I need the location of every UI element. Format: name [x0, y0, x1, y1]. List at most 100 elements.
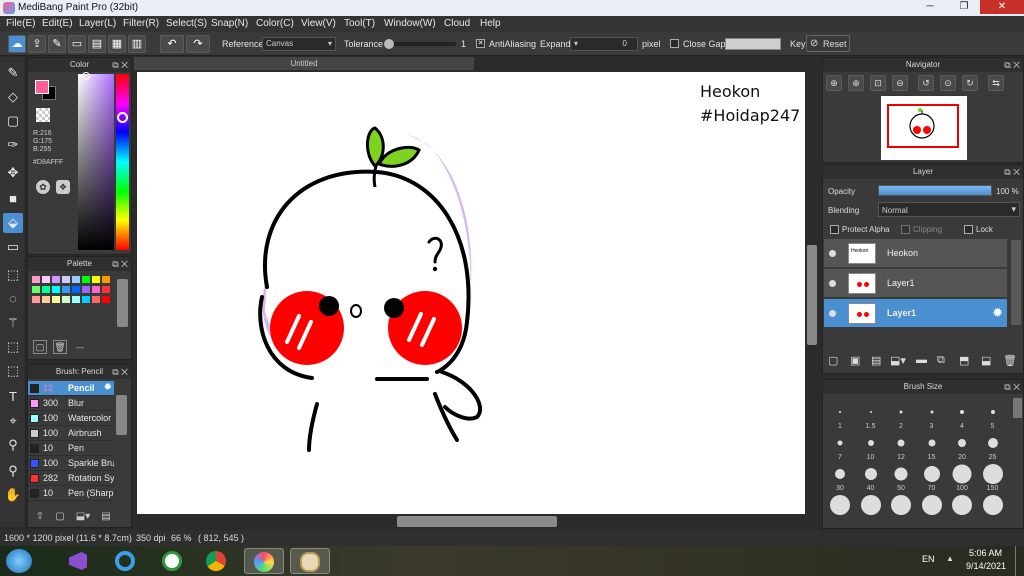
layer-name[interactable]: Layer1: [887, 278, 915, 288]
palette-swatch[interactable]: [102, 296, 110, 303]
palette-swatch[interactable]: [32, 276, 40, 283]
palette-swatch[interactable]: [52, 296, 60, 303]
brush-size-option[interactable]: 20: [947, 429, 977, 461]
layer-row-selected[interactable]: Layer1 ✹: [824, 299, 1007, 328]
palette-swatch[interactable]: [92, 276, 100, 283]
layer-menu-icon[interactable]: ⬓▾: [890, 354, 906, 367]
reset-button[interactable]: ⊘ Reset: [806, 35, 850, 52]
close-gaps-slider[interactable]: [725, 38, 781, 50]
tolerance-slider[interactable]: [384, 39, 456, 49]
layer-list-scrollbar[interactable]: [1011, 240, 1021, 325]
paint-icon[interactable]: [290, 548, 330, 574]
text-tool-icon[interactable]: T: [3, 387, 23, 407]
share-icon[interactable]: ⇪: [28, 35, 46, 53]
palette-swatch[interactable]: [102, 286, 110, 293]
gradient-tool-icon[interactable]: ▭: [3, 237, 23, 257]
brush-size-option[interactable]: 7: [825, 429, 855, 461]
close-button[interactable]: ✕: [980, 0, 1024, 14]
panel-buttons[interactable]: ⧉ ✕: [112, 365, 128, 379]
lasso-tool-icon[interactable]: ◌: [3, 289, 23, 309]
hue-slider-handle[interactable]: [117, 112, 128, 123]
new-halftone-layer-icon[interactable]: ▣: [850, 354, 860, 367]
zoom-in-icon[interactable]: ⊕: [848, 75, 864, 91]
select-pen-icon[interactable]: ⬚: [3, 337, 23, 357]
protect-alpha-checkbox[interactable]: [830, 225, 839, 234]
brush-list-scrollbar[interactable]: [116, 395, 127, 435]
chrome-icon[interactable]: [196, 548, 236, 574]
brush-size-option[interactable]: 40: [856, 460, 886, 492]
palette-swatch[interactable]: [82, 286, 90, 293]
fill-rect-tool-icon[interactable]: ■: [3, 189, 23, 209]
menu-edit[interactable]: Edit(E): [42, 18, 73, 29]
new-brush-icon[interactable]: ▢: [52, 511, 68, 525]
bucket-tool-icon[interactable]: ⬙: [3, 213, 23, 233]
palette-swatch[interactable]: [62, 286, 70, 293]
brush-size-option[interactable]: [886, 491, 916, 521]
cloud-icon[interactable]: ☁: [8, 35, 26, 53]
menu-view[interactable]: View(V): [301, 18, 336, 29]
brush-item[interactable]: 100 Airbrush: [28, 426, 114, 441]
medibang-taskbar-icon[interactable]: [244, 548, 284, 574]
minimize-button[interactable]: ─: [916, 0, 944, 14]
palette-swatch[interactable]: [52, 286, 60, 293]
language-indicator[interactable]: EN: [922, 554, 935, 564]
layout-icon[interactable]: ▥: [128, 35, 146, 53]
panel-buttons[interactable]: ⧉ ✕: [1004, 380, 1020, 394]
menu-snap[interactable]: Snap(N): [211, 18, 248, 29]
eyedropper-icon[interactable]: ⚲: [3, 435, 23, 455]
color-wheel-icon[interactable]: ✿: [36, 180, 50, 194]
visibility-icon[interactable]: [829, 250, 836, 257]
merge-layer-icon[interactable]: ⬒: [959, 354, 969, 367]
close-gaps-checkbox[interactable]: [670, 39, 679, 48]
layer-name[interactable]: Heokon: [887, 248, 918, 258]
clock-time[interactable]: 5:06 AM: [969, 548, 1002, 558]
show-desktop-button[interactable]: [1015, 546, 1024, 576]
tolerance-slider-handle[interactable]: [384, 39, 394, 49]
chat-icon[interactable]: ▭: [68, 35, 86, 53]
menu-window[interactable]: Window(W): [384, 18, 436, 29]
palette-swatch[interactable]: [72, 286, 80, 293]
expand-field[interactable]: ▾ 0: [570, 37, 638, 51]
layer-row[interactable]: Heokon Heokon: [824, 239, 1007, 268]
saturation-value-picker[interactable]: [78, 72, 114, 250]
blending-select[interactable]: Normal ▾: [878, 202, 1020, 217]
brush-size-option[interactable]: 50: [886, 460, 916, 492]
zoom-out-icon[interactable]: ⊖: [892, 75, 908, 91]
menu-select[interactable]: Select(S): [166, 18, 207, 29]
visibility-icon[interactable]: [829, 280, 836, 287]
brush-size-option[interactable]: 2: [886, 398, 916, 430]
select-eraser-icon[interactable]: ⬚: [3, 361, 23, 381]
brush-size-option[interactable]: 4: [947, 398, 977, 430]
color-sets-icon[interactable]: ❖: [56, 180, 70, 194]
rotate-right-icon[interactable]: ↻: [962, 75, 978, 91]
brush-size-option[interactable]: 150: [978, 460, 1008, 492]
brush-size-option[interactable]: 1: [825, 398, 855, 430]
brush-tool-icon[interactable]: ✎: [3, 63, 23, 83]
start-button[interactable]: [6, 549, 32, 573]
rectangle-tool-icon[interactable]: ▢: [3, 111, 23, 131]
brush-size-option[interactable]: 15: [917, 429, 947, 461]
brush-size-option[interactable]: [947, 491, 977, 521]
palette-swatch[interactable]: [102, 276, 110, 283]
palette-swatch[interactable]: [42, 286, 50, 293]
gear-icon[interactable]: ✹: [104, 382, 112, 393]
add-brush-icon[interactable]: ⇧: [32, 511, 48, 525]
document-tab[interactable]: Untitled: [134, 57, 474, 70]
menu-cloud[interactable]: Cloud: [444, 18, 470, 29]
transparent-color-swatch[interactable]: [36, 108, 50, 122]
brush-size-option[interactable]: 70: [917, 460, 947, 492]
opacity-slider[interactable]: [878, 185, 992, 196]
menu-file[interactable]: File(E): [6, 18, 35, 29]
lock-checkbox[interactable]: [964, 225, 973, 234]
magic-wand-icon[interactable]: ⚚: [3, 313, 23, 333]
brush-size-option[interactable]: 3: [917, 398, 947, 430]
gear-icon[interactable]: ✹: [992, 305, 1003, 321]
palette-swatch[interactable]: [42, 276, 50, 283]
tray-expand-icon[interactable]: ▲: [946, 554, 954, 563]
brush-size-option[interactable]: 30: [825, 460, 855, 492]
brush-size-option[interactable]: [825, 491, 855, 521]
brush-item[interactable]: 300 Blur: [28, 396, 114, 411]
undo-icon[interactable]: ↶: [160, 35, 184, 53]
eraser-tool-icon[interactable]: ◇: [3, 87, 23, 107]
brush-size-scrollbar[interactable]: [1013, 398, 1022, 418]
